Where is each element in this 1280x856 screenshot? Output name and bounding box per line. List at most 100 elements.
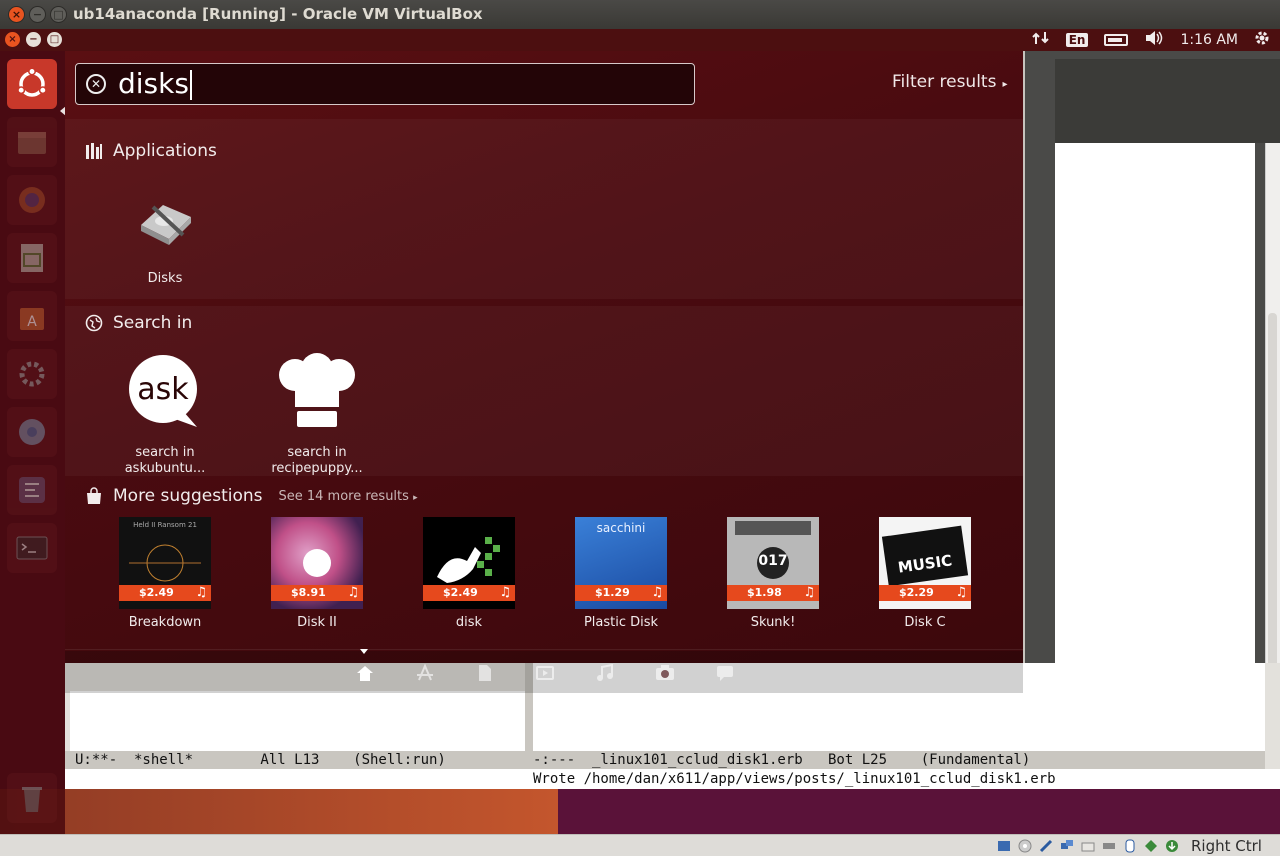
battery-icon[interactable] [1104,34,1129,46]
price-label: $8.91 [291,586,326,599]
dash-maximize-button[interactable]: □ [47,32,62,47]
result-disks[interactable]: Disks [95,171,235,287]
shared-folders-icon[interactable] [1080,838,1096,854]
clear-search-icon[interactable]: ✕ [86,74,106,94]
launcher-firefox[interactable] [7,175,57,225]
applications-lens-icon[interactable] [415,663,435,683]
album-cover: MUSIC $2.29 ♫ [879,517,971,609]
music-note-icon: ♫ [347,585,359,600]
result-askubuntu[interactable]: ask search in askubuntu... [95,345,235,477]
music-note-icon: ♫ [195,585,207,600]
svg-text:A: A [27,314,37,330]
dash-window-controls: × − □ [5,32,62,47]
launcher-emacs[interactable] [7,465,57,515]
usb-icon[interactable] [1038,838,1054,854]
optical-drive-icon[interactable] [1017,838,1033,854]
terminal-icon [16,536,48,560]
suggestion-disk[interactable]: $2.49 ♫ disk [404,517,534,630]
settings-icon [19,361,45,387]
volume-icon[interactable] [1144,30,1164,50]
host-close-button[interactable]: × [8,6,25,23]
files-icon [18,132,46,154]
suggestion-title: disk [455,615,483,630]
suggestion-title: Disk II [297,615,337,630]
music-note-icon: ♫ [651,585,663,600]
price-tag: $2.49 ♫ [423,585,515,601]
launcher-system-settings[interactable] [7,349,57,399]
background-window-content[interactable] [1055,143,1255,691]
session-gear-icon[interactable] [1254,30,1270,50]
top-panel: × − □ En 1:16 AM [0,29,1280,51]
dash-minimize-button[interactable]: − [26,32,41,47]
music-lens-icon[interactable] [595,663,615,683]
photos-lens-icon[interactable] [655,663,675,683]
suggestion-skunk[interactable]: 017 $1.98 ♫ Skunk! [708,517,838,630]
social-lens-icon[interactable] [715,663,735,683]
search-input[interactable]: disks [118,67,192,100]
dash-close-button[interactable]: × [5,32,20,47]
suggestion-plastic-disk[interactable]: sacchini $1.29 ♫ Plastic Disk [556,517,686,630]
album-cover: sacchini $1.29 ♫ [575,517,667,609]
emacs-minibuffer[interactable]: Wrote /home/dan/x611/app/views/posts/_li… [65,769,1280,789]
files-lens-icon[interactable] [475,663,495,683]
video-lens-icon[interactable] [535,663,555,683]
suggestion-title: Skunk! [750,615,796,630]
firefox-icon [19,187,45,213]
launcher-files[interactable] [7,117,57,167]
cover-text: 017 [758,553,788,569]
category-applications-label: Applications [113,141,217,161]
album-cover: $8.91 ♫ [271,517,363,609]
see-more-results-link[interactable]: See 14 more results ▸ [279,489,418,504]
category-applications[interactable]: Applications [85,141,217,161]
category-more-suggestions[interactable]: More suggestions See 14 more results ▸ [85,486,418,506]
category-search-in[interactable]: Search in [85,313,192,333]
album-cover: 017 $1.98 ♫ [727,517,819,609]
hard-disk-icon[interactable] [996,838,1012,854]
mouse-integration-icon[interactable] [1122,838,1138,854]
launcher-libreoffice-calc[interactable] [7,233,57,283]
text-cursor [189,70,192,100]
guest-desktop: U:**- *shell* All L13 (Shell:run) -:--- … [0,29,1280,834]
result-recipepuppy[interactable]: search in recipepuppy... [247,345,387,477]
launcher-dash-home[interactable] [7,59,57,109]
launcher-trash[interactable] [7,773,57,823]
ubuntu-logo-icon [17,67,47,97]
host-minimize-button[interactable]: − [29,6,46,23]
launcher: A [0,51,66,834]
launcher-terminal[interactable] [7,523,57,573]
host-maximize-button[interactable]: □ [50,6,67,23]
music-note-icon: ♫ [955,585,967,600]
suggestion-title: Disk C [904,615,946,630]
filter-results-toggle[interactable]: Filter results ▸ [892,72,1008,92]
lens-bar-divider [65,649,1023,650]
disks-icon [117,171,213,267]
dash-search-box[interactable]: ✕ disks [75,63,695,105]
network-adapter-icon[interactable] [1059,838,1075,854]
dash: ✕ disks Filter results ▸ Applications Dis… [65,51,1025,693]
background-window-titlebar[interactable] [1055,59,1280,143]
virtualization-icon[interactable] [1143,838,1159,854]
host-status-bar: Right Ctrl [0,834,1280,856]
launcher-chromium[interactable] [7,407,57,457]
result-askubuntu-label: search in askubuntu... [124,445,206,476]
suggestion-disk-c[interactable]: MUSIC $2.29 ♫ Disk C [860,517,990,630]
cover-text: sacchini [596,521,646,535]
result-recipepuppy-label: search in recipepuppy... [271,445,363,476]
suggestion-breakdown[interactable]: Held II Ransom 21 $2.49 ♫ Breakdown [100,517,230,630]
suggestion-disk-ii[interactable]: $8.91 ♫ Disk II [252,517,382,630]
trash-icon [22,787,42,812]
launcher-software-center[interactable]: A [7,291,57,341]
home-lens-icon[interactable] [355,663,375,683]
price-label: $2.49 [139,586,174,599]
filter-arrow-icon: ▸ [1002,79,1008,90]
host-key-arrow-icon[interactable] [1164,838,1180,854]
wallpaper-right [558,789,1280,834]
software-center-icon: A [20,308,44,330]
clock[interactable]: 1:16 AM [1180,32,1238,48]
keyboard-layout-indicator[interactable]: En [1065,33,1089,47]
search-query: disks [118,67,189,100]
emacs-shell-buffer[interactable] [70,691,525,751]
video-capture-icon[interactable] [1101,838,1117,854]
indicator-area: En 1:16 AM [1031,29,1280,51]
network-icon[interactable] [1031,30,1050,50]
